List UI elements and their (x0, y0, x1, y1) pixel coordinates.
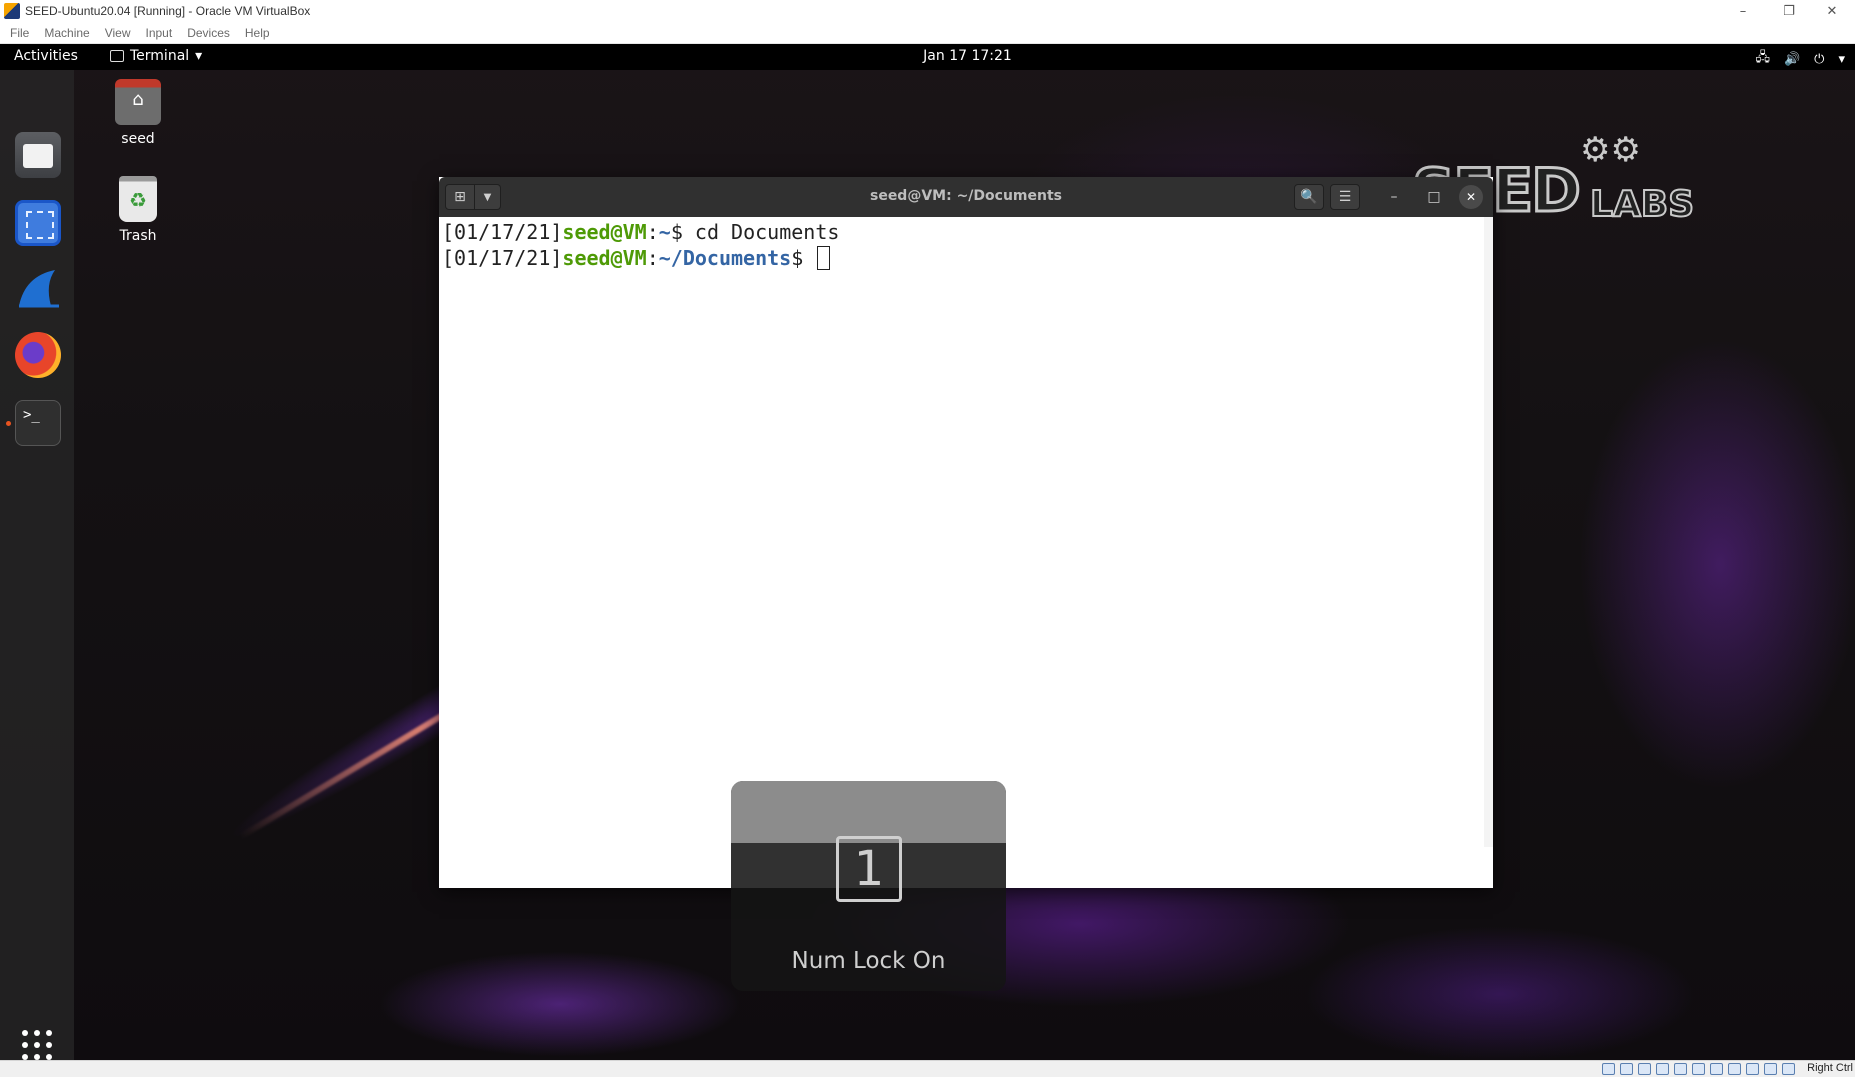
desktop-icon-label: seed (121, 131, 155, 147)
usb-icon[interactable] (1674, 1063, 1687, 1075)
keyboard-icon[interactable] (1782, 1063, 1795, 1075)
host-window-title: SEED-Ubuntu20.04 [Running] - Oracle VM V… (25, 4, 311, 18)
search-button[interactable]: 🔍 (1294, 184, 1324, 210)
virtualization-icon[interactable] (1746, 1063, 1759, 1075)
desktop-icon-seed[interactable]: seed (93, 79, 183, 147)
numlock-key-icon: 1 (836, 836, 902, 902)
volume-icon: 🔊 (1783, 51, 1801, 67)
host-key-label: Right Ctrl (1807, 1062, 1853, 1074)
host-menubar: File Machine View Input Devices Help (0, 22, 1855, 44)
terminal-icon[interactable]: >_ (15, 400, 61, 446)
audio-icon[interactable] (1638, 1063, 1651, 1075)
wireshark-icon[interactable] (15, 266, 61, 312)
host-minimize-button[interactable]: – (1720, 0, 1766, 22)
shared-folders-icon[interactable] (1692, 1063, 1705, 1075)
dock: >_ (0, 70, 74, 1060)
maximize-button[interactable]: □ (1421, 184, 1447, 210)
menu-devices[interactable]: Devices (187, 26, 230, 40)
host-statusbar: Right Ctrl (0, 1060, 1855, 1077)
terminal-output[interactable]: [01/17/21]seed@VM:~$ cd Documents [01/17… (439, 217, 1484, 847)
terminal-headerbar[interactable]: ⊞ ▼ seed@VM: ~/Documents 🔍 ☰ – □ ✕ (439, 177, 1493, 217)
trash-icon (119, 176, 157, 222)
home-folder-icon (115, 79, 161, 125)
minimize-button[interactable]: – (1381, 184, 1407, 210)
host-close-button[interactable]: ✕ (1809, 0, 1855, 22)
system-tray[interactable]: 🖧 🔊 ⏻ ▾ (1755, 48, 1845, 70)
virtualbox-icon (4, 3, 20, 19)
display-icon[interactable] (1710, 1063, 1723, 1075)
video-capture-icon[interactable] (1728, 1063, 1741, 1075)
text-cursor (817, 246, 831, 270)
mouse-integration-icon[interactable] (1764, 1063, 1777, 1075)
hamburger-menu-button[interactable]: ☰ (1330, 184, 1360, 210)
power-icon: ⏻ (1814, 51, 1825, 67)
menu-file[interactable]: File (10, 26, 29, 40)
menu-input[interactable]: Input (146, 26, 173, 40)
scrollbar[interactable] (1484, 217, 1493, 847)
gears-icon: ⚙⚙ (1580, 130, 1641, 170)
hard-disk-icon[interactable] (1602, 1063, 1615, 1075)
menu-machine[interactable]: Machine (44, 26, 89, 40)
running-indicator (6, 421, 11, 426)
close-button[interactable]: ✕ (1459, 185, 1483, 209)
host-titlebar: SEED-Ubuntu20.04 [Running] - Oracle VM V… (0, 0, 1855, 22)
screenshot-icon[interactable] (15, 200, 61, 246)
network-adapter-icon[interactable] (1656, 1063, 1669, 1075)
gnome-topbar: Activities Terminal ▾ Jan 17 17:21 🖧 🔊 ⏻… (0, 44, 1855, 70)
terminal-line: [01/17/21]seed@VM:~$ cd Documents (442, 220, 840, 244)
menu-view[interactable]: View (105, 26, 131, 40)
network-icon: 🖧 (1755, 50, 1770, 65)
numlock-osd: 1 Num Lock On (731, 781, 1006, 991)
osd-label: Num Lock On (791, 948, 946, 974)
osd-header (731, 781, 1006, 843)
chevron-down-icon: ▾ (1838, 51, 1845, 67)
firefox-icon[interactable] (15, 332, 61, 378)
terminal-line: [01/17/21]seed@VM:~/Documents$ (442, 245, 1484, 271)
optical-drive-icon[interactable] (1620, 1063, 1633, 1075)
clock[interactable]: Jan 17 17:21 (0, 48, 1855, 64)
logo-labs-text: LABS (1589, 183, 1695, 226)
guest-desktop[interactable]: Activities Terminal ▾ Jan 17 17:21 🖧 🔊 ⏻… (0, 44, 1855, 1060)
menu-help[interactable]: Help (245, 26, 270, 40)
show-applications-icon[interactable] (22, 1030, 54, 1060)
desktop-icon-trash[interactable]: Trash (93, 176, 183, 244)
desktop-icon-label: Trash (119, 228, 157, 244)
status-icons (1602, 1063, 1795, 1075)
host-restore-button[interactable]: ❐ (1766, 0, 1812, 22)
files-icon[interactable] (15, 132, 61, 178)
